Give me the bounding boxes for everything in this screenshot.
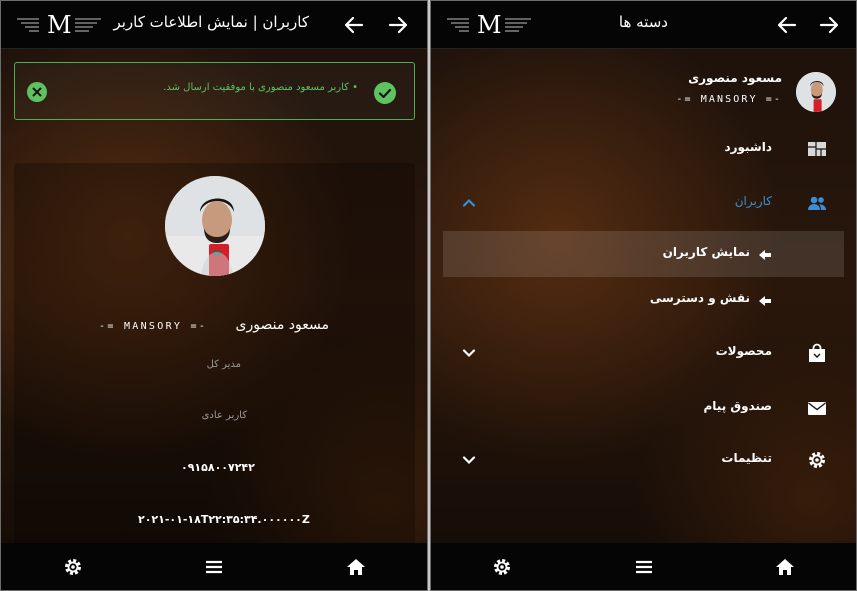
bottom-nav [431, 543, 856, 590]
gear-icon[interactable] [491, 556, 513, 578]
avatar [165, 176, 265, 276]
home-icon[interactable] [774, 556, 796, 578]
dashboard-icon [806, 138, 828, 160]
back-arrow-icon[interactable] [776, 14, 798, 36]
forward-arrow-icon[interactable] [387, 14, 409, 36]
user-phone: ۰۹۱۵۸۰۰۷۲۴۲ [181, 461, 255, 474]
menu-item-label: صندوق پیام [703, 399, 773, 413]
logo-letter: M [47, 11, 72, 39]
user-role: مدیر کل [206, 359, 241, 370]
bottom-nav [1, 543, 427, 590]
back-arrow-icon[interactable] [343, 14, 365, 36]
page-title: دسته ها [618, 13, 668, 31]
chevron-down-icon[interactable] [461, 345, 477, 361]
menu-item-dashboard[interactable]: داشبورد [431, 127, 856, 171]
menu-item-products[interactable]: محصولات [431, 331, 856, 375]
chevron-up-icon[interactable] [461, 195, 477, 211]
submenu-item-label: نمایش کاربران [662, 245, 750, 259]
arrow-left-icon [758, 293, 772, 307]
user-type: کاربر عادی [201, 410, 247, 421]
top-bar: M دسته ها [431, 1, 856, 49]
avatar[interactable] [796, 72, 836, 112]
hamburger-icon[interactable] [203, 556, 225, 578]
shopping-bag-icon [806, 342, 828, 364]
submenu-item-label: نقش و دسترسی [649, 291, 750, 305]
menu-item-inbox[interactable]: صندوق پیام [431, 386, 856, 430]
menu-item-users[interactable]: کاربران [431, 181, 856, 225]
top-bar: M کاربران | نمایش اطلاعات کاربر [1, 1, 427, 49]
logo[interactable]: M [17, 11, 105, 39]
menu-item-label: داشبورد [724, 140, 772, 154]
user-tagline: -= MANSORY =- [676, 94, 782, 105]
check-circle-icon [374, 82, 396, 104]
side-menu-screen: M دسته ها مسعود منصوری -= MANSORY =- داش… [430, 0, 857, 591]
alert-message: • کاربر مسعود منصوری با موفقیت ارسال شد. [163, 82, 358, 93]
submenu-item-roles[interactable]: نقش و دسترسی [443, 277, 844, 323]
home-icon[interactable] [345, 556, 367, 578]
user-tagline: -= MANSORY =- [99, 321, 208, 332]
user-detail-screen: M کاربران | نمایش اطلاعات کاربر • کاربر … [0, 0, 428, 591]
menu-item-label: کاربران [734, 194, 772, 208]
submenu-item-users-view[interactable]: نمایش کاربران [443, 231, 844, 277]
logo[interactable]: M [447, 11, 535, 39]
mail-icon [806, 397, 828, 419]
user-name: مسعود منصوری [688, 71, 782, 85]
menu-item-label: محصولات [715, 344, 772, 358]
hamburger-icon[interactable] [633, 556, 655, 578]
forward-arrow-icon[interactable] [818, 14, 840, 36]
user-created-at: ۲۰۲۱-۰۱-۱۸T۲۲:۳۵:۳۴.۰۰۰۰۰۰Z [138, 513, 310, 526]
gear-icon [806, 449, 828, 471]
page-title: کاربران | نمایش اطلاعات کاربر [113, 13, 309, 31]
close-icon[interactable] [27, 82, 47, 102]
success-alert: • کاربر مسعود منصوری با موفقیت ارسال شد. [14, 62, 415, 120]
arrow-left-icon [758, 247, 772, 261]
users-icon [806, 192, 828, 214]
user-name: مسعود منصوری [235, 317, 329, 333]
gear-icon[interactable] [62, 556, 84, 578]
chevron-down-icon[interactable] [461, 452, 477, 468]
menu-item-settings[interactable]: تنظیمات [431, 438, 856, 482]
logo-letter: M [477, 11, 502, 39]
menu-item-label: تنظیمات [721, 451, 772, 465]
